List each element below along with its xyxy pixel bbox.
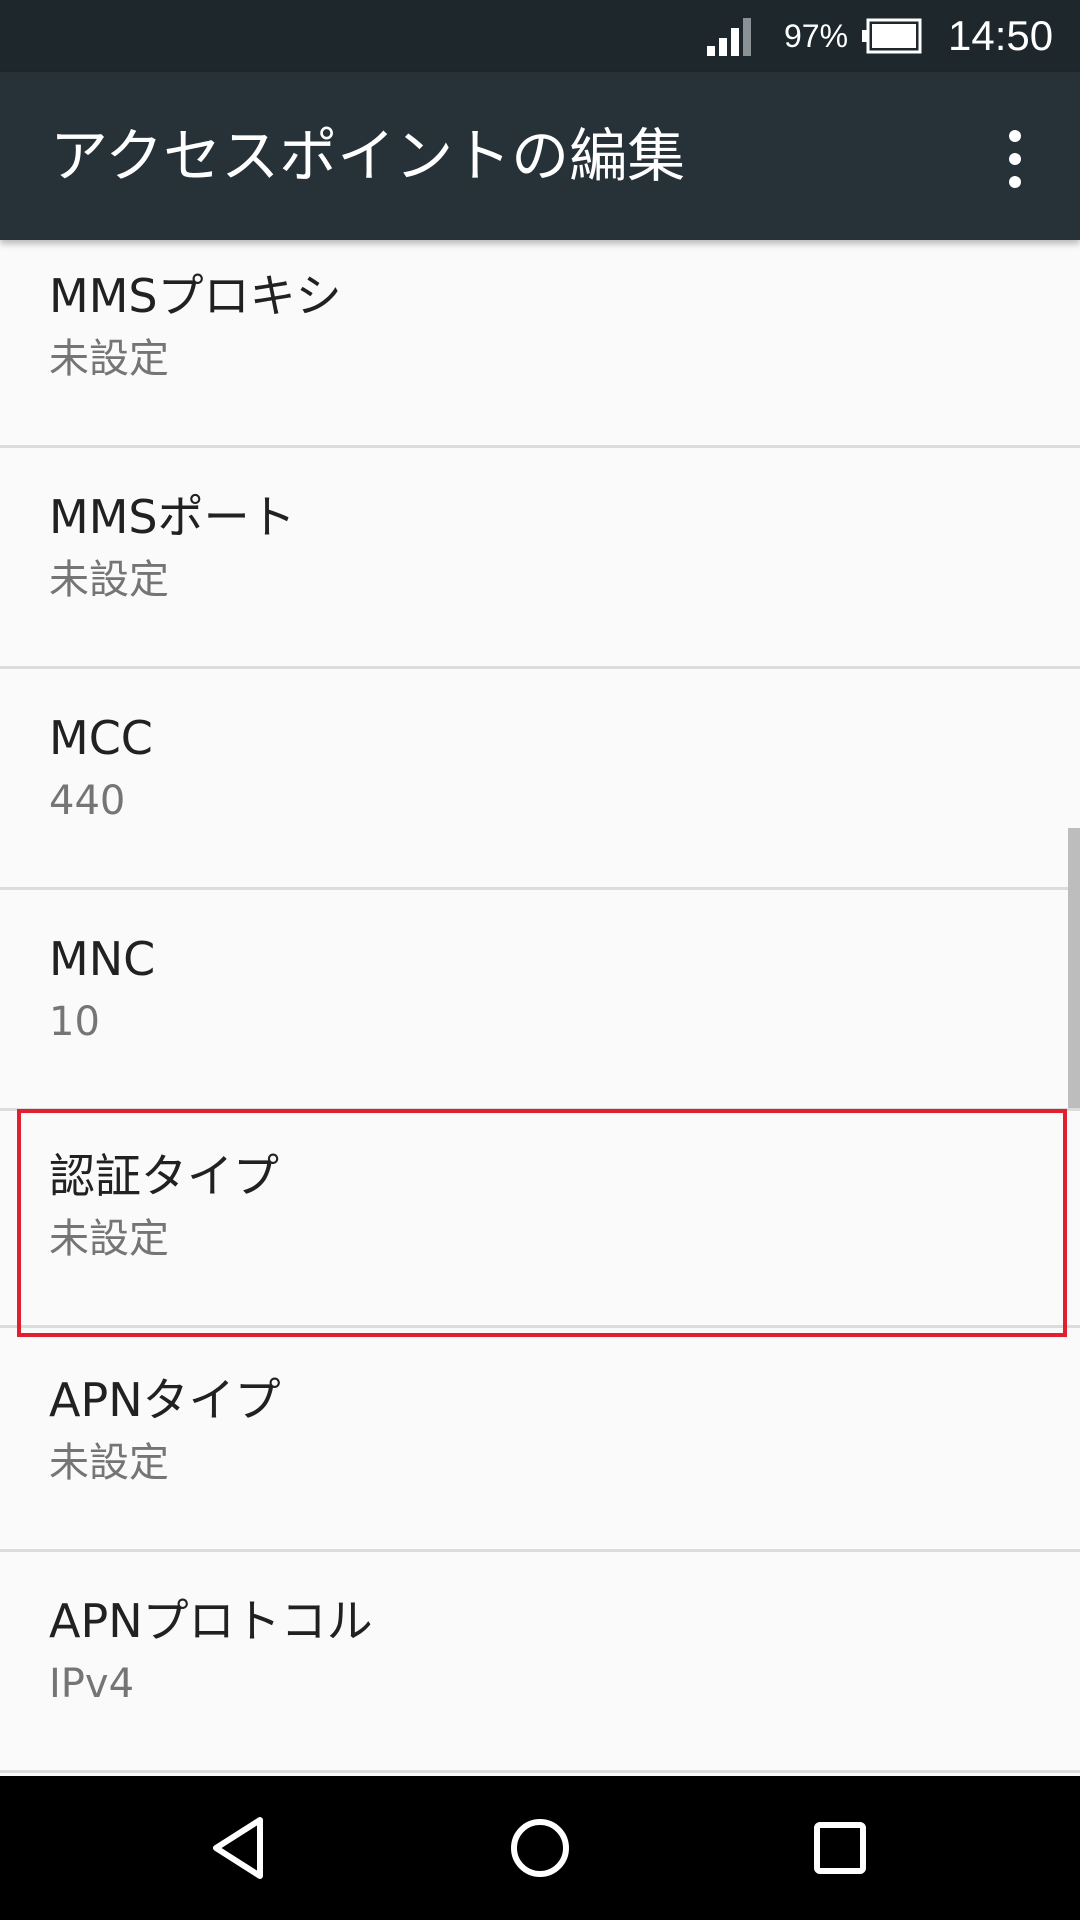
setting-label: MCC [49,711,153,765]
battery-percent: 97% [784,18,849,54]
setting-value: 10 [49,999,100,1045]
navigation-bar [0,1776,1080,1920]
recents-square-icon[interactable] [790,1798,890,1898]
page-title: アクセスポイントの編集 [50,122,686,190]
setting-label: MNC [49,932,156,986]
signal-strength-icon [707,18,751,56]
setting-value: 440 [49,778,126,824]
home-circle-icon[interactable] [490,1798,590,1898]
setting-mms-proxy[interactable]: MMSプロキシ 未設定 [0,240,1080,448]
highlight-box [17,1109,1067,1337]
setting-mms-port[interactable]: MMSポート 未設定 [0,449,1080,669]
settings-list: MMSプロキシ 未設定 MMSポート 未設定 MCC 440 MNC 10 認証… [0,240,1080,1776]
clock: 14:50 [948,12,1054,59]
setting-label: MMSプロキシ [49,269,342,323]
setting-mcc[interactable]: MCC 440 [0,670,1080,890]
scrollbar[interactable] [1068,828,1080,1108]
setting-label: APNタイプ [49,1373,281,1427]
setting-value: 未設定 [49,557,169,603]
app-bar: アクセスポイントの編集 [0,72,1080,240]
status-bar: 97% 14:50 [0,0,1080,72]
setting-value: IPv4 [49,1661,135,1707]
setting-apn-protocol[interactable]: APNプロトコル IPv4 [0,1553,1080,1773]
setting-apn-type[interactable]: APNタイプ 未設定 [0,1332,1080,1552]
setting-label: APNプロトコル [49,1594,373,1648]
setting-value: 未設定 [49,1440,169,1486]
setting-mnc[interactable]: MNC 10 [0,891,1080,1111]
setting-label: MMSポート [49,490,296,544]
back-triangle-icon[interactable] [190,1798,290,1898]
more-vert-icon[interactable] [990,124,1040,194]
battery-icon [862,18,922,54]
setting-value: 未設定 [49,336,169,382]
